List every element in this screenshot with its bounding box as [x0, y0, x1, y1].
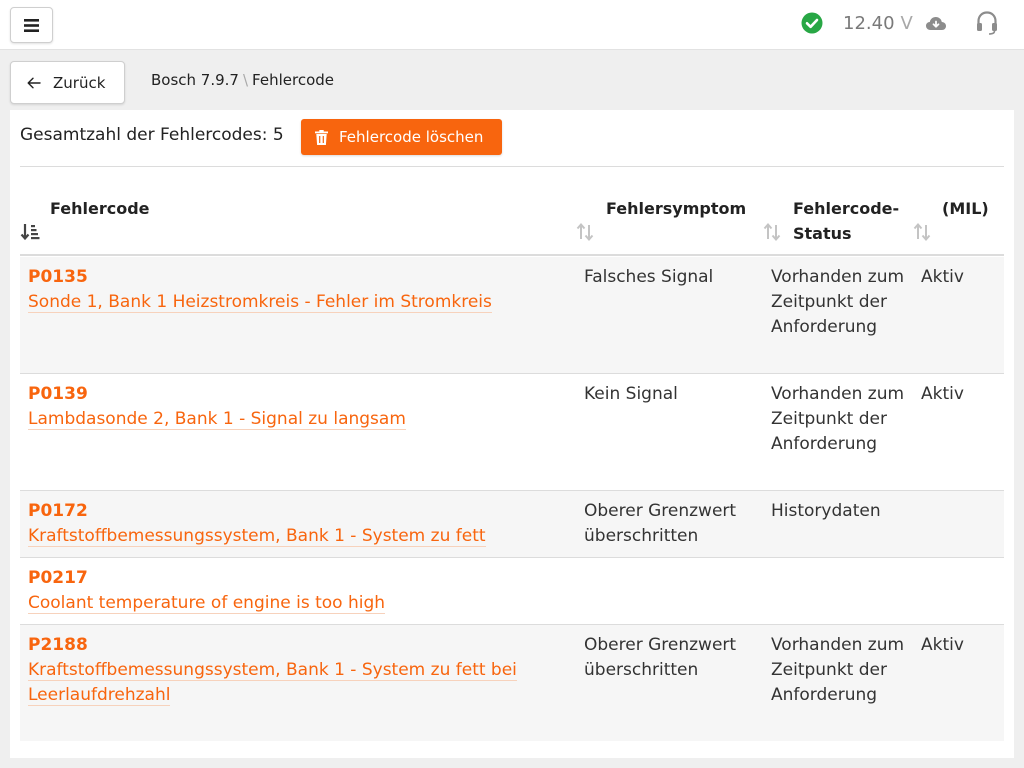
- error-symptom: Oberer Grenzwert überschritten: [584, 635, 737, 680]
- table-row[interactable]: P2188 Kraftstoffbemessungssystem, Bank 1…: [20, 625, 1004, 741]
- error-code[interactable]: P0139: [28, 382, 88, 407]
- back-button[interactable]: Zurück: [10, 61, 125, 104]
- column-header-status[interactable]: Fehlercode- Status: [793, 196, 899, 246]
- error-status: Vorhanden zum Zeitpunkt der Anforderung: [771, 635, 905, 705]
- arrow-left-icon: [27, 77, 41, 88]
- breadcrumb-current: Fehlercode: [252, 71, 334, 89]
- voltage-value: 12.40: [843, 13, 895, 34]
- column-header-mil[interactable]: (MIL): [942, 196, 989, 221]
- error-description-text: Sonde 1, Bank 1 Heizstromkreis - Fehler …: [28, 292, 492, 313]
- error-description-text: Coolant temperature of engine is too hig…: [28, 593, 386, 614]
- error-status: Historydaten: [771, 501, 881, 521]
- breadcrumb-separator: \: [242, 71, 249, 89]
- error-code[interactable]: P0217: [28, 566, 88, 591]
- error-description-text: Kraftstoffbemessungssystem, Bank 1 - Sys…: [28, 526, 486, 547]
- breadcrumb-parent[interactable]: Bosch 7.9.7: [151, 71, 239, 89]
- delete-codes-label: Fehlercode löschen: [339, 128, 484, 146]
- sort-icon[interactable]: [762, 222, 782, 242]
- table-row[interactable]: P0172 Kraftstoffbemessungssystem, Bank 1…: [20, 491, 1004, 558]
- error-description[interactable]: Kraftstoffbemessungssystem, Bank 1 - Sys…: [28, 524, 568, 549]
- top-bar: 12.40 V: [0, 0, 1024, 50]
- trash-icon: [315, 129, 328, 145]
- total-error-count: Gesamtzahl der Fehlercodes: 5: [20, 125, 284, 145]
- check-circle-icon: [801, 12, 823, 34]
- hamburger-icon: [24, 18, 39, 32]
- column-header-status-line2: Status: [793, 224, 852, 243]
- table-header: Fehlercode Fehlersymptom Fehlercode- Sta…: [20, 190, 1004, 256]
- error-symptom: Falsches Signal: [584, 267, 714, 287]
- mil-status: Aktiv: [921, 635, 964, 655]
- column-header-code[interactable]: Fehlercode: [50, 196, 150, 221]
- headset-icon[interactable]: [975, 10, 999, 36]
- voltage-readout: 12.40 V: [843, 13, 913, 37]
- error-description-text: Lambdasonde 2, Bank 1 - Signal zu langsa…: [28, 409, 406, 430]
- divider: [20, 166, 1004, 167]
- table-row[interactable]: P0139 Lambdasonde 2, Bank 1 - Signal zu …: [20, 374, 1004, 491]
- error-status: Vorhanden zum Zeitpunkt der Anforderung: [771, 384, 905, 454]
- error-code[interactable]: P2188: [28, 633, 88, 658]
- error-codes-card: Gesamtzahl der Fehlercodes: 5 Fehlercode…: [10, 110, 1014, 758]
- voltage-unit: V: [900, 13, 913, 34]
- table-row[interactable]: P0135 Sonde 1, Bank 1 Heizstromkreis - F…: [20, 257, 1004, 374]
- error-description[interactable]: Kraftstoffbemessungssystem, Bank 1 - Sys…: [28, 658, 548, 708]
- delete-codes-button[interactable]: Fehlercode löschen: [301, 119, 502, 155]
- error-code[interactable]: P0135: [28, 265, 88, 290]
- mil-status: Aktiv: [921, 384, 964, 404]
- cloud-download-icon[interactable]: [925, 14, 947, 34]
- error-symptom: Oberer Grenzwert überschritten: [584, 501, 737, 546]
- sort-descending-icon[interactable]: [20, 222, 40, 242]
- error-symptom: Kein Signal: [584, 384, 678, 404]
- sort-icon[interactable]: [912, 222, 932, 242]
- back-button-label: Zurück: [53, 73, 106, 92]
- column-header-status-line1: Fehlercode-: [793, 199, 900, 218]
- column-header-symptom[interactable]: Fehlersymptom: [606, 196, 746, 221]
- error-status: Vorhanden zum Zeitpunkt der Anforderung: [771, 267, 905, 337]
- error-description[interactable]: Sonde 1, Bank 1 Heizstromkreis - Fehler …: [28, 290, 568, 315]
- mil-status: Aktiv: [921, 267, 964, 287]
- sort-icon[interactable]: [575, 222, 595, 242]
- error-code[interactable]: P0172: [28, 499, 88, 524]
- error-description-text: Kraftstoffbemessungssystem, Bank 1 - Sys…: [28, 660, 517, 706]
- error-description[interactable]: Coolant temperature of engine is too hig…: [28, 591, 568, 616]
- table-row[interactable]: P0217 Coolant temperature of engine is t…: [20, 558, 1004, 625]
- menu-button[interactable]: [10, 7, 53, 43]
- error-description[interactable]: Lambdasonde 2, Bank 1 - Signal zu langsa…: [28, 407, 568, 432]
- breadcrumb: Bosch 7.9.7 \ Fehlercode: [151, 71, 334, 89]
